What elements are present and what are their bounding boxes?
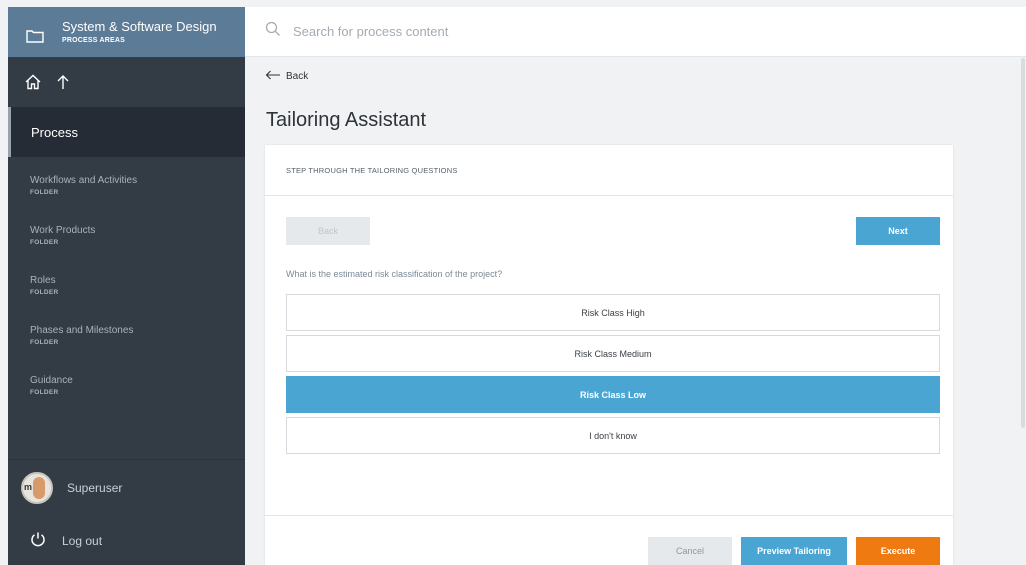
scrollbar[interactable] — [1021, 58, 1025, 428]
user-profile[interactable]: m Superuser — [8, 459, 245, 515]
wizard-back-button[interactable]: Back — [286, 217, 370, 245]
sidebar-item-work-products[interactable]: Work Products FOLDER — [8, 219, 245, 269]
sidebar-item-roles[interactable]: Roles FOLDER — [8, 269, 245, 319]
wizard-next-button[interactable]: Next — [856, 217, 940, 245]
sidebar-item-type: FOLDER — [30, 339, 59, 346]
home-icon[interactable] — [24, 73, 42, 91]
search-input[interactable] — [293, 24, 793, 39]
page-title: Tailoring Assistant — [266, 109, 427, 131]
sidebar: System & Software Design PROCESS AREAS P… — [8, 7, 245, 565]
sidebar-item-type: FOLDER — [30, 289, 59, 296]
option-risk-high[interactable]: Risk Class High — [286, 294, 940, 331]
back-link[interactable]: Back — [265, 70, 308, 83]
search-icon — [265, 21, 281, 42]
sidebar-item-workflows[interactable]: Workflows and Activities FOLDER — [8, 169, 245, 219]
sidebar-nav — [8, 57, 245, 107]
sidebar-item-label: Workflows and Activities — [30, 175, 138, 186]
tailoring-card: STEP THROUGH THE TAILORING QUESTIONS Bac… — [265, 145, 953, 565]
sidebar-item-type: FOLDER — [30, 239, 59, 246]
answer-options: Risk Class High Risk Class Medium Risk C… — [286, 294, 940, 458]
power-icon — [30, 531, 46, 552]
sidebar-item-label: Work Products — [30, 225, 96, 236]
cancel-button[interactable]: Cancel — [648, 537, 732, 565]
folder-icon — [26, 29, 44, 43]
option-risk-medium[interactable]: Risk Class Medium — [286, 335, 940, 372]
option-dont-know[interactable]: I don't know — [286, 417, 940, 454]
arrow-up-icon[interactable] — [56, 73, 70, 91]
question-text: What is the estimated risk classificatio… — [286, 269, 503, 279]
sidebar-items: Workflows and Activities FOLDER Work Pro… — [8, 157, 245, 419]
execute-button[interactable]: Execute — [856, 537, 940, 565]
sidebar-item-phases[interactable]: Phases and Milestones FOLDER — [8, 319, 245, 369]
card-header: STEP THROUGH THE TAILORING QUESTIONS — [265, 145, 953, 196]
preview-tailoring-button[interactable]: Preview Tailoring — [741, 537, 847, 565]
arrow-left-icon — [265, 70, 281, 83]
sidebar-item-type: FOLDER — [30, 389, 59, 396]
avatar: m — [21, 471, 53, 504]
search-bar — [245, 7, 1026, 57]
avatar-face — [33, 476, 45, 499]
sidebar-item-process[interactable]: Process — [8, 107, 245, 157]
sidebar-item-label: Phases and Milestones — [30, 325, 134, 336]
logout-label: Log out — [62, 534, 103, 548]
sidebar-item-label: Guidance — [30, 375, 73, 386]
sidebar-item-type: FOLDER — [30, 189, 59, 196]
process-area-header[interactable]: System & Software Design PROCESS AREAS — [8, 7, 245, 57]
option-risk-low[interactable]: Risk Class Low — [286, 376, 940, 413]
back-link-label: Back — [286, 71, 309, 82]
user-name: Superuser — [67, 480, 123, 495]
process-area-title: System & Software Design — [62, 19, 217, 34]
sidebar-item-guidance[interactable]: Guidance FOLDER — [8, 369, 245, 419]
process-area-subtitle: PROCESS AREAS — [62, 37, 126, 44]
avatar-text: m — [24, 481, 33, 492]
card-divider — [265, 515, 953, 516]
logout-button[interactable]: Log out — [8, 517, 245, 565]
sidebar-item-label: Roles — [30, 275, 56, 286]
